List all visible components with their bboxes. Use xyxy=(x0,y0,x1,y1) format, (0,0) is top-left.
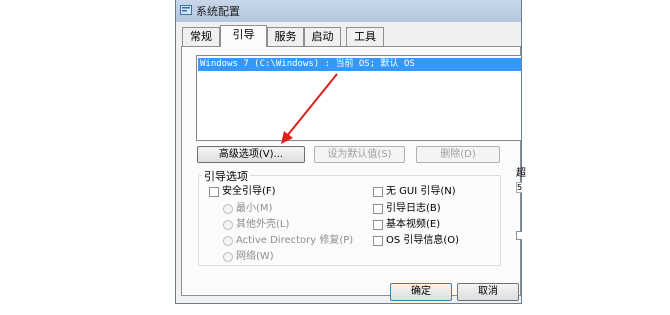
tab-label: 启动 xyxy=(311,30,334,43)
boot-os-list[interactable]: Windows 7 (C:\Windows) : 当前 OS; 默认 OS xyxy=(196,55,521,141)
tab-startup[interactable]: 启动 xyxy=(304,27,341,46)
tab-label: 常规 xyxy=(190,30,212,43)
tab-boot[interactable]: 引导 xyxy=(220,25,267,47)
set-default-button[interactable]: 设为默认值(S) xyxy=(314,146,405,163)
boot-options-label: 引导选项 xyxy=(202,168,250,184)
msconfig-icon xyxy=(180,5,192,15)
tab-label: 引导 xyxy=(232,28,255,41)
minimal-label: 最小(M) xyxy=(236,203,273,214)
network-radio[interactable] xyxy=(223,252,233,262)
title-bar[interactable]: 系统配置 xyxy=(176,0,521,22)
minimal-radio[interactable] xyxy=(223,204,233,214)
no-gui-boot-label: 无 GUI 引导(N) xyxy=(386,186,456,197)
make-permanent-checkbox-partial[interactable] xyxy=(516,231,522,240)
timeout-label-partial: 超 xyxy=(516,168,526,179)
no-gui-boot-checkbox[interactable] xyxy=(373,187,383,197)
base-video-label: 基本视频(E) xyxy=(386,219,441,230)
safe-boot-label: 安全引导(F) xyxy=(222,186,276,197)
tab-label: 工具 xyxy=(354,30,376,43)
safe-boot-checkbox[interactable] xyxy=(209,187,219,197)
window-title: 系统配置 xyxy=(196,5,240,18)
ok-button[interactable]: 确定 xyxy=(390,283,452,301)
timeout-value-partial: 5 xyxy=(517,183,522,192)
tab-general[interactable]: 常规 xyxy=(182,27,220,46)
cancel-button[interactable]: 取消 xyxy=(457,283,519,301)
os-boot-info-checkbox[interactable] xyxy=(373,236,383,246)
delete-button[interactable]: 删除(D) xyxy=(416,146,500,163)
alternate-shell-label: 其他外壳(L) xyxy=(236,219,290,230)
alternate-shell-radio[interactable] xyxy=(223,220,233,230)
boot-log-checkbox[interactable] xyxy=(373,204,383,214)
tab-tools[interactable]: 工具 xyxy=(346,27,384,46)
tab-label: 服务 xyxy=(274,30,297,43)
ad-repair-label: Active Directory 修复(P) xyxy=(236,235,354,246)
base-video-checkbox[interactable] xyxy=(373,220,383,230)
boot-log-label: 引导日志(B) xyxy=(386,203,441,214)
tab-services[interactable]: 服务 xyxy=(267,27,304,46)
ad-repair-radio[interactable] xyxy=(223,236,233,246)
os-boot-info-label: OS 引导信息(O) xyxy=(386,235,460,246)
network-label: 网络(W) xyxy=(236,251,274,262)
advanced-options-button[interactable]: 高级选项(V)... xyxy=(197,146,305,163)
boot-os-item[interactable]: Windows 7 (C:\Windows) : 当前 OS; 默认 OS xyxy=(198,58,521,71)
timeout-input-partial[interactable]: 5 xyxy=(516,182,522,193)
system-config-window: 系统配置 常规 引导 服务 启动 工具 Windows 7 (C:\Window… xyxy=(175,0,522,304)
